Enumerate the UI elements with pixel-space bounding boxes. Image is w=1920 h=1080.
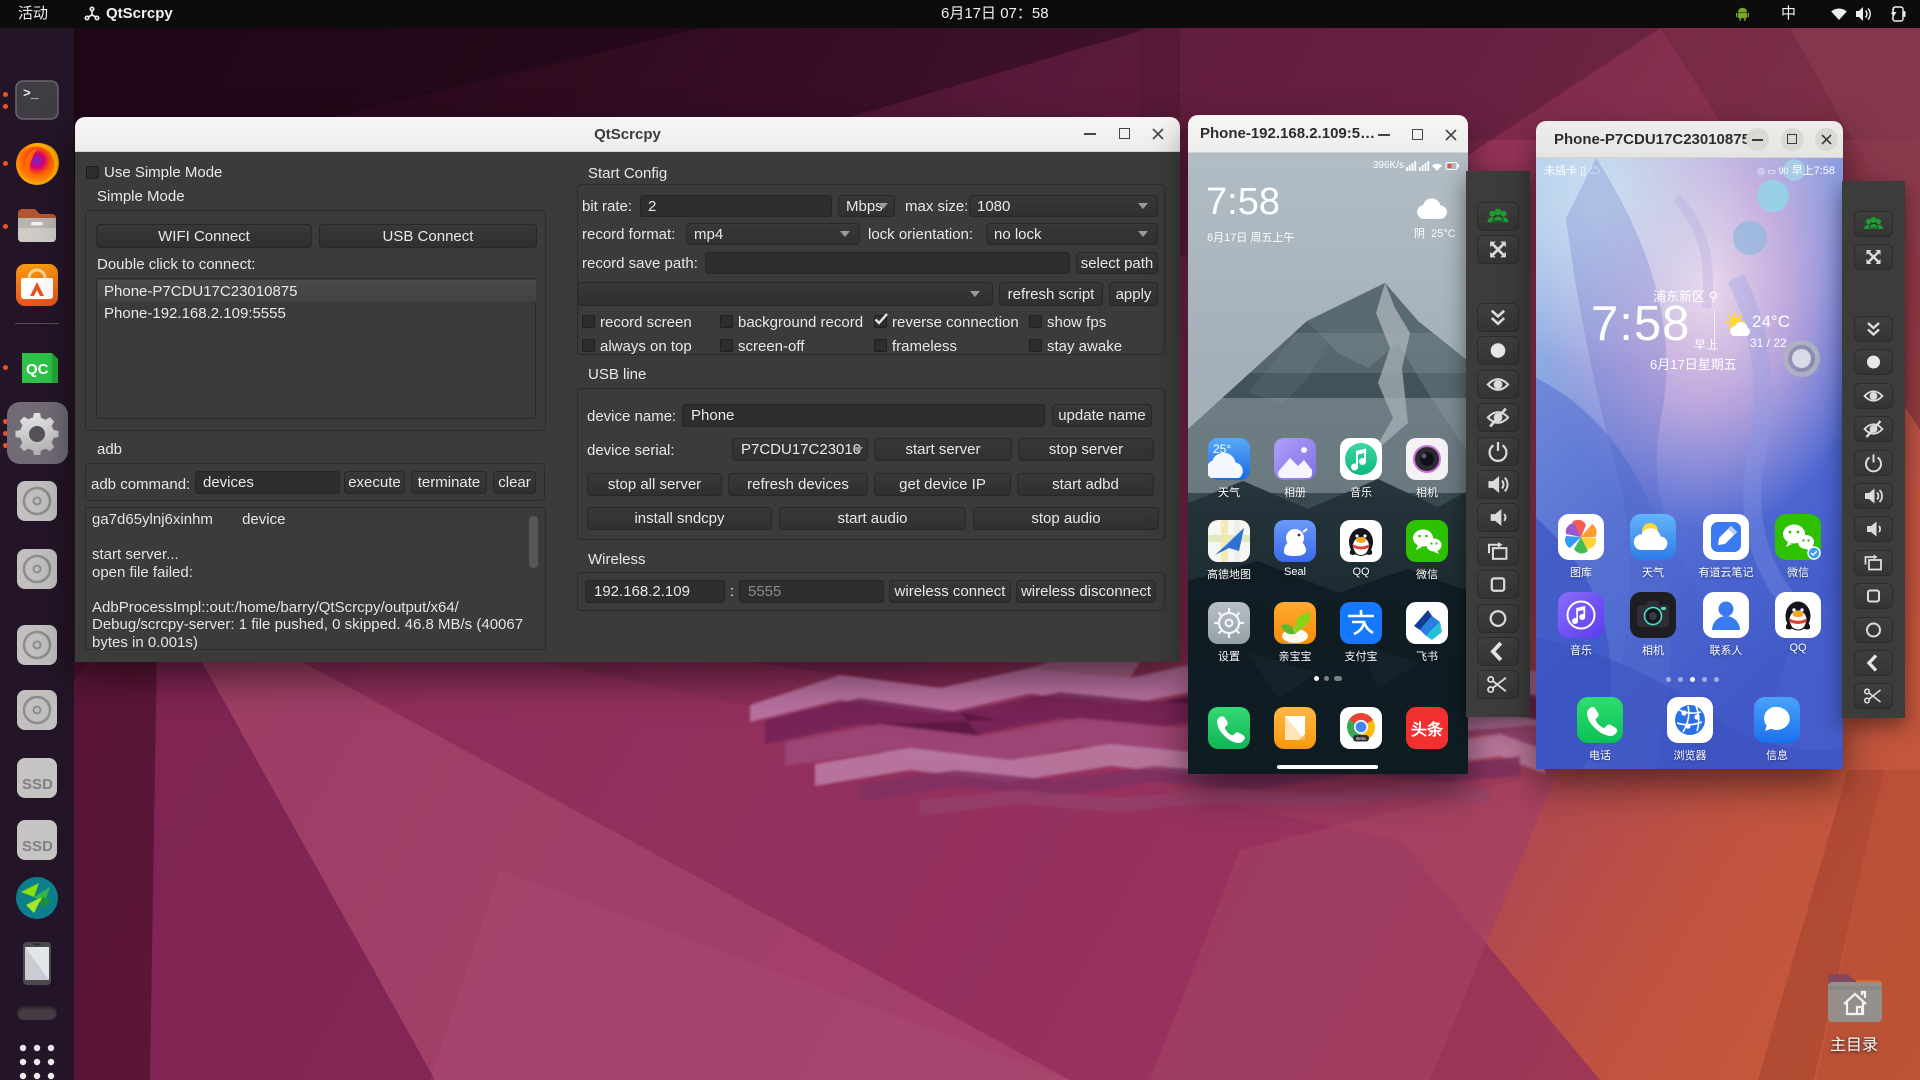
svg-text:Beta: Beta: [1356, 736, 1366, 741]
svg-text:头条: 头条: [1411, 720, 1444, 739]
svg-text:>_: >_: [23, 86, 39, 101]
svg-text:QC: QC: [26, 361, 49, 378]
svg-text:SSD: SSD: [22, 838, 53, 855]
svg-text:SSD: SSD: [22, 776, 53, 793]
